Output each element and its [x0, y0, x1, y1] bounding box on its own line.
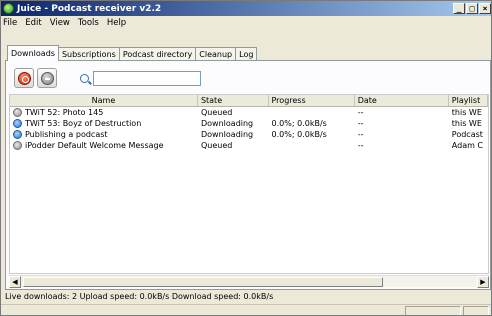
- column-state[interactable]: State: [198, 95, 269, 106]
- episode-state: Downloading: [201, 130, 254, 139]
- downloading-icon: [13, 130, 22, 139]
- minimize-button[interactable]: _: [453, 3, 465, 14]
- episode-progress: [269, 107, 355, 118]
- maximize-button[interactable]: □: [466, 3, 478, 14]
- downloads-table: Name State Progress Date Playlist TWiT 5…: [9, 94, 489, 274]
- remove-icon: [40, 71, 54, 85]
- column-date[interactable]: Date: [355, 95, 449, 106]
- app-window: Juice - Podcast receiver v2.2 _ □ × File…: [0, 0, 492, 316]
- queued-icon: [13, 141, 22, 150]
- episode-playlist: Podcast: [451, 130, 483, 139]
- table-row[interactable]: TWiT 52: Photo 145 Queued -- this WE: [10, 107, 488, 118]
- downloads-toolbar: [14, 67, 201, 89]
- table-row[interactable]: iPodder Default Welcome Message Queued -…: [10, 140, 488, 151]
- close-button[interactable]: ×: [479, 3, 491, 14]
- menu-bar: File Edit View Tools Help: [1, 16, 491, 30]
- status-pane: [463, 306, 489, 315]
- tab-downloads[interactable]: Downloads: [7, 45, 59, 61]
- column-progress[interactable]: Progress: [269, 95, 355, 106]
- episode-progress: 0.0%; 0.0kB/s: [271, 119, 327, 128]
- status-text: Live downloads: 2 Upload speed: 0.0kB/s …: [5, 292, 274, 301]
- scroll-left-button[interactable]: ◀: [9, 275, 21, 288]
- status-bar: [1, 304, 491, 315]
- episode-playlist: this WE: [451, 108, 482, 117]
- episode-name: TWiT 53: Boyz of Destruction: [25, 119, 142, 128]
- menu-tools[interactable]: Tools: [78, 18, 99, 28]
- cancel-download-button[interactable]: [14, 68, 34, 88]
- tab-bar: Downloads Subscriptions Podcast director…: [7, 45, 258, 61]
- episode-name: Publishing a podcast: [25, 130, 108, 139]
- remove-download-button[interactable]: [37, 68, 57, 88]
- episode-name: iPodder Default Welcome Message: [25, 141, 164, 150]
- queued-icon: [13, 108, 22, 117]
- table-header: Name State Progress Date Playlist: [10, 95, 488, 107]
- episode-state: Queued: [201, 108, 233, 117]
- downloading-icon: [13, 119, 22, 128]
- horizontal-scrollbar[interactable]: ◀ ▶: [9, 275, 489, 288]
- episode-date: --: [357, 108, 364, 117]
- downloads-panel: Name State Progress Date Playlist TWiT 5…: [5, 60, 491, 290]
- title-bar[interactable]: Juice - Podcast receiver v2.2 _ □ ×: [1, 1, 491, 16]
- scrollbar-thumb[interactable]: [23, 277, 383, 287]
- tab-subscriptions[interactable]: Subscriptions: [57, 47, 120, 61]
- episode-playlist: this WE: [451, 119, 482, 128]
- juice-app-icon: [3, 3, 14, 14]
- search-input[interactable]: [93, 70, 201, 86]
- table-row[interactable]: TWiT 53: Boyz of Destruction Downloading…: [10, 118, 488, 129]
- episode-date: --: [357, 119, 364, 128]
- menu-help[interactable]: Help: [107, 18, 126, 28]
- tab-log[interactable]: Log: [235, 47, 258, 61]
- episode-progress: 0.0%; 0.0kB/s: [271, 130, 327, 139]
- episode-date: --: [357, 130, 364, 139]
- menu-file[interactable]: File: [3, 18, 17, 28]
- menu-view[interactable]: View: [50, 18, 70, 28]
- window-title: Juice - Podcast receiver v2.2: [17, 3, 162, 14]
- column-name[interactable]: Name: [10, 95, 198, 106]
- search-icon: [80, 73, 89, 83]
- tab-cleanup[interactable]: Cleanup: [195, 47, 237, 61]
- menu-edit[interactable]: Edit: [25, 18, 41, 28]
- window-controls: _ □ ×: [453, 3, 491, 14]
- column-playlist[interactable]: Playlist: [449, 95, 488, 106]
- episode-date: --: [357, 141, 364, 150]
- episode-name: TWiT 52: Photo 145: [25, 108, 104, 117]
- scroll-right-button[interactable]: ▶: [477, 275, 489, 288]
- episode-progress: [269, 140, 355, 151]
- episode-state: Downloading: [201, 119, 254, 128]
- table-row[interactable]: Publishing a podcast Downloading 0.0%; 0…: [10, 129, 488, 140]
- episode-state: Queued: [201, 141, 233, 150]
- cancel-icon: [17, 71, 31, 85]
- status-pane: [405, 306, 461, 315]
- tab-podcast-directory[interactable]: Podcast directory: [118, 47, 197, 61]
- episode-playlist: Adam C: [451, 141, 484, 150]
